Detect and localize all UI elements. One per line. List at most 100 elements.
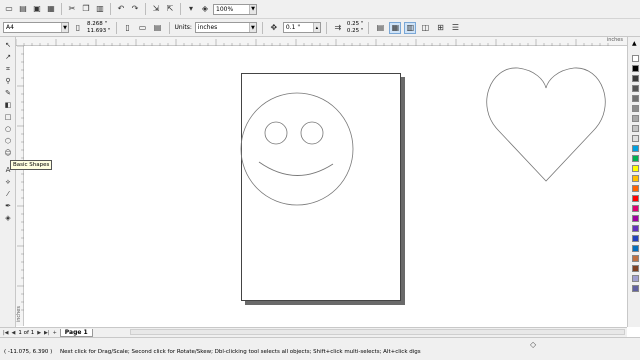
- interactive-blend-tool-icon[interactable]: ⟡: [2, 177, 14, 187]
- vertical-ruler[interactable]: inches: [16, 45, 24, 326]
- pick-tool-icon[interactable]: ↖: [2, 40, 14, 50]
- color-swatch[interactable]: [632, 115, 639, 122]
- separator: [168, 21, 170, 34]
- undo-icon[interactable]: ↶: [115, 3, 127, 15]
- zoom-tool-icon[interactable]: ⚲: [2, 76, 14, 86]
- separator: [61, 3, 62, 15]
- treat-as-filled-icon[interactable]: ▤: [374, 22, 386, 34]
- outline-tool-icon[interactable]: ✒: [2, 201, 14, 211]
- horizontal-scrollbar[interactable]: [130, 329, 625, 335]
- all-pages-icon[interactable]: ▤: [152, 22, 164, 34]
- color-swatch[interactable]: [632, 105, 639, 112]
- color-swatch[interactable]: [632, 195, 639, 202]
- color-swatch[interactable]: [632, 65, 639, 72]
- copy-icon[interactable]: ❐: [80, 3, 92, 15]
- palette-scroll-up-icon[interactable]: ▲: [632, 40, 639, 47]
- paper-size-value: A4: [6, 24, 14, 31]
- duplicate-distance[interactable]: 0.25 " 0.25 ": [347, 21, 364, 35]
- heart-shape[interactable]: [486, 67, 606, 182]
- snap-to-grid-icon[interactable]: ▦: [389, 21, 402, 34]
- color-swatch[interactable]: [632, 275, 639, 282]
- fill-tool-icon[interactable]: ◈: [2, 213, 14, 223]
- color-swatch[interactable]: [632, 285, 639, 292]
- crop-tool-icon[interactable]: ⌗: [2, 64, 14, 74]
- duplicate-y-field[interactable]: 0.25 ": [347, 28, 364, 35]
- page-dimensions[interactable]: 8.268 " 11.693 ": [87, 21, 111, 35]
- paper-size-dropdown[interactable]: A4 ▼: [3, 22, 69, 33]
- page-height-field[interactable]: 11.693 ": [87, 28, 111, 35]
- color-swatch[interactable]: [632, 215, 639, 222]
- paste-icon[interactable]: ▥: [94, 3, 106, 15]
- rectangle-tool-icon[interactable]: □: [2, 112, 14, 122]
- color-swatch[interactable]: [632, 125, 639, 132]
- page-tab[interactable]: Page 1: [59, 328, 93, 337]
- export-icon[interactable]: ⇱: [164, 3, 176, 15]
- smiley-face-outline[interactable]: [240, 92, 354, 206]
- color-swatch[interactable]: [632, 85, 639, 92]
- basic-shapes-tool-icon[interactable]: ☺: [2, 148, 14, 158]
- eyedropper-tool-icon[interactable]: ⁄: [2, 189, 14, 199]
- last-page-icon[interactable]: ▶|: [44, 330, 50, 336]
- new-icon[interactable]: ▭: [3, 3, 15, 15]
- color-swatch[interactable]: [632, 145, 639, 152]
- polygon-tool-icon[interactable]: ⬡: [2, 136, 14, 146]
- color-swatch[interactable]: [632, 225, 639, 232]
- first-page-icon[interactable]: |◀: [3, 330, 9, 336]
- toolbox: ↖ ↗ ⌗ ⚲ ✎ ◧ □ ○ ⬡ ☺ A ⟡ ⁄ ✒ ◈: [0, 37, 16, 327]
- import-icon[interactable]: ⇲: [150, 3, 162, 15]
- color-swatch[interactable]: [632, 205, 639, 212]
- page-width-field[interactable]: 8.268 ": [87, 21, 111, 28]
- smiley-left-eye[interactable]: [264, 121, 288, 145]
- save-icon[interactable]: ▣: [31, 3, 43, 15]
- print-icon[interactable]: ▦: [45, 3, 57, 15]
- color-swatch[interactable]: [632, 245, 639, 252]
- dynamic-guides-icon[interactable]: ⊞: [434, 22, 446, 34]
- smiley-mouth[interactable]: [258, 161, 334, 176]
- chevron-down-icon: ▼: [61, 23, 68, 32]
- color-swatch[interactable]: [632, 165, 639, 172]
- app-launcher-icon[interactable]: ▾: [185, 3, 197, 15]
- next-page-icon[interactable]: ▶: [37, 330, 41, 336]
- nudge-distance-field[interactable]: 0.1 " ▴: [282, 22, 321, 33]
- cut-icon[interactable]: ✂: [66, 3, 78, 15]
- smiley-right-eye[interactable]: [300, 121, 324, 145]
- corel-online-icon[interactable]: ◈: [199, 3, 211, 15]
- color-swatch[interactable]: [632, 155, 639, 162]
- units-label: Units:: [174, 24, 192, 31]
- shape-tool-icon[interactable]: ↗: [2, 52, 14, 62]
- landscape-icon[interactable]: ▭: [137, 22, 149, 34]
- drawing-canvas[interactable]: [24, 46, 627, 326]
- nudge-icon: ✥: [270, 22, 278, 32]
- units-dropdown[interactable]: inches ▼: [194, 22, 257, 33]
- options-icon[interactable]: ☰: [449, 22, 461, 34]
- color-swatch[interactable]: [632, 255, 639, 262]
- color-swatch[interactable]: [632, 175, 639, 182]
- redo-icon[interactable]: ↷: [129, 3, 141, 15]
- previous-page-icon[interactable]: ◀: [12, 330, 16, 336]
- status-bar: ( -11.075, 6.390 ) Next click for Drag/S…: [0, 337, 640, 360]
- add-page-icon[interactable]: +: [53, 330, 57, 336]
- color-swatch[interactable]: [632, 235, 639, 242]
- smart-fill-tool-icon[interactable]: ◧: [2, 100, 14, 110]
- color-swatch[interactable]: [632, 95, 639, 102]
- open-icon[interactable]: ▤: [17, 3, 29, 15]
- color-swatch[interactable]: [632, 185, 639, 192]
- horizontal-ruler[interactable]: inches: [15, 37, 627, 46]
- color-swatch[interactable]: [632, 55, 639, 62]
- page-count: 1 of 1: [18, 329, 35, 336]
- snap-to-objects-icon[interactable]: ◫: [419, 22, 431, 34]
- color-swatch[interactable]: [632, 75, 639, 82]
- color-swatch[interactable]: [632, 265, 639, 272]
- freehand-tool-icon[interactable]: ✎: [2, 88, 14, 98]
- duplicate-x-field[interactable]: 0.25 ": [347, 21, 364, 28]
- separator: [261, 21, 263, 34]
- fill-outline-indicator[interactable]: ◇: [530, 340, 536, 349]
- snap-to-guidelines-icon[interactable]: ▥: [404, 21, 417, 34]
- zoom-level-dropdown[interactable]: 100% ▼: [213, 3, 257, 15]
- smiley-face-shape[interactable]: [240, 92, 354, 206]
- color-swatch[interactable]: [632, 135, 639, 142]
- portrait-icon[interactable]: ▯: [122, 22, 134, 34]
- ellipse-tool-icon[interactable]: ○: [2, 124, 14, 134]
- separator: [110, 3, 111, 15]
- horizontal-ruler-ticks: [15, 39, 609, 46]
